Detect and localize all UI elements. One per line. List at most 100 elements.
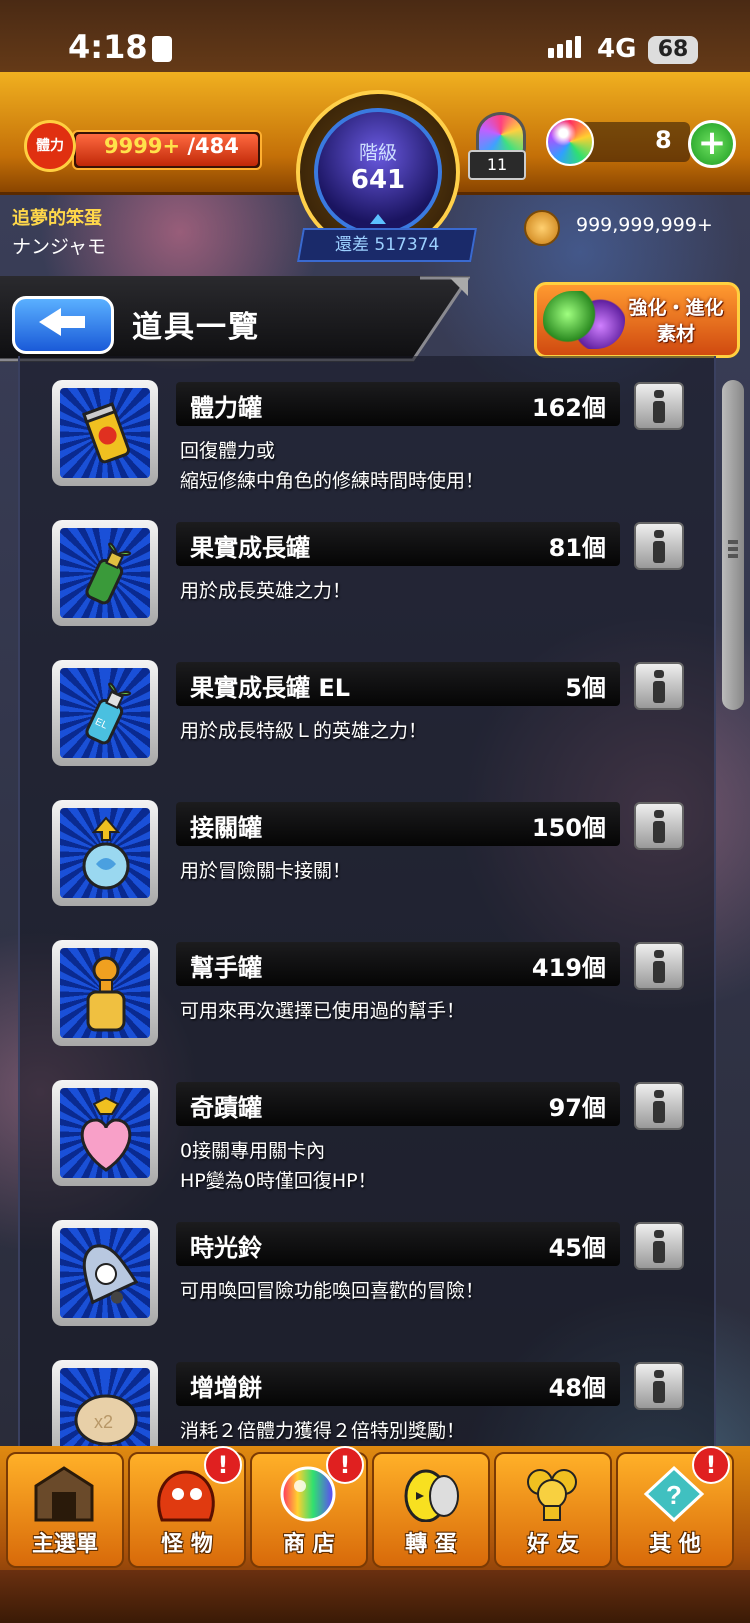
item-description: 用於成長特級Ｌ的英雄之力！ (180, 720, 428, 742)
page-title: 道具一覽 (132, 310, 260, 345)
item-name: 時光鈴 (190, 1234, 262, 1262)
list-item[interactable]: 時光鈴 45個 可用喚回冒險功能喚回喜歡的冒險！ (20, 1210, 714, 1346)
info-icon (654, 1090, 664, 1098)
svg-text:x2: x2 (94, 1412, 113, 1432)
orb-icon (546, 118, 594, 166)
item-quantity: 162個 (531, 394, 606, 422)
list-item[interactable]: 接關罐 150個用於冒險關卡接關！ (20, 790, 714, 926)
evolution-material-button[interactable]: 強化・進化 素材 (534, 282, 740, 358)
info-icon (654, 530, 664, 538)
info-icon-bar (653, 401, 665, 423)
rank-diff: 還差 517374 (297, 228, 477, 262)
helper-can-icon (60, 948, 150, 1038)
info-icon-bar (653, 1101, 665, 1123)
person-badge-icon (152, 36, 172, 62)
info-icon-bar (653, 961, 665, 983)
item-icon-frame[interactable] (52, 1080, 158, 1186)
nav-item[interactable]: 好 友 (494, 1452, 612, 1568)
info-icon-bar (653, 1381, 665, 1403)
item-list[interactable]: 體力罐 162個 回復體力或 縮短修練中角色的修練時間時使用！ 果實成長罐 81個 用於成… (18, 356, 716, 1446)
miracle-can-icon (60, 1088, 150, 1178)
info-button[interactable] (634, 662, 684, 710)
player-title: 追夢的笨蛋 (12, 208, 102, 229)
back-arrow-tail (59, 316, 85, 328)
item-description: 可用喚回冒險功能喚回喜歡的冒險！ (180, 1280, 485, 1302)
bottom-nav-base (0, 1570, 750, 1623)
item-icon-frame[interactable] (52, 520, 158, 626)
item-quantity: 48個 (548, 1374, 606, 1402)
list-item[interactable]: EL 果實成長罐 EL 5個用於成長特級Ｌ的英雄之力！ (20, 650, 714, 786)
info-icon (654, 810, 664, 818)
item-icon-frame[interactable]: x2 (52, 1360, 158, 1446)
evolution-material-label: 強化・進化 素材 (628, 297, 724, 345)
item-icon-frame[interactable] (52, 380, 158, 486)
nav-label: 轉 蛋 (405, 1532, 457, 1557)
info-icon (654, 950, 664, 958)
alert-badge-icon: ! (204, 1446, 242, 1484)
item-name: 果實成長罐 (190, 534, 310, 562)
nav-label: 主選單 (31, 1532, 98, 1557)
item-quantity: 5個 (565, 674, 606, 702)
item-description: 用於成長英雄之力！ (180, 580, 352, 602)
alert-badge-icon: ! (692, 1446, 730, 1484)
list-item[interactable]: 奇蹟罐 97個 0接關專用關卡內 HP變為0時僅回復HP！ (20, 1070, 714, 1206)
add-orbs-button[interactable]: + (688, 120, 736, 168)
item-icon-frame[interactable] (52, 940, 158, 1046)
rank-label: 階級 (358, 142, 397, 164)
nav-item[interactable]: 轉 蛋 (372, 1452, 490, 1568)
nav-label: 其 他 (649, 1532, 701, 1557)
item-name: 幫手罐 (190, 954, 262, 982)
item-name: 體力罐 (190, 394, 262, 422)
info-button[interactable] (634, 942, 684, 990)
scrollbar-grip-icon (728, 540, 738, 544)
item-name: 接關罐 (190, 814, 262, 842)
info-button[interactable] (634, 1082, 684, 1130)
nav-item[interactable]: 主選單 (6, 1452, 124, 1568)
nav-label: 好 友 (527, 1532, 579, 1557)
item-name: 果實成長罐 EL (190, 674, 351, 702)
info-icon (654, 1370, 664, 1378)
orb-machine-count: 11 (468, 150, 526, 180)
stamina-can-icon (60, 388, 150, 478)
list-item[interactable]: x2 增增餅 48個 消耗２倍體力獲得２倍特別獎勵！ (20, 1350, 714, 1446)
double-cookie-icon: x2 (60, 1368, 150, 1446)
continue-can-icon (60, 808, 150, 898)
rank-diff-text: 還差 517374 (334, 235, 440, 255)
scrollbar-thumb[interactable] (722, 380, 744, 710)
back-button[interactable] (12, 296, 114, 354)
list-item[interactable]: 幫手罐 419個 可用來再次選擇已使用過的幫手！ (20, 930, 714, 1066)
info-button[interactable] (634, 522, 684, 570)
item-icon-frame[interactable] (52, 800, 158, 906)
stamina-icon: 體力 (24, 120, 76, 172)
fruit-growth-can-icon (60, 528, 150, 618)
alert-badge-icon: ! (326, 1446, 364, 1484)
info-button[interactable] (634, 1362, 684, 1410)
time-bell-icon (60, 1228, 150, 1318)
item-icon-frame[interactable] (52, 1220, 158, 1326)
info-icon-bar (653, 1241, 665, 1263)
battery-icon: 68 (648, 36, 698, 64)
item-description: 用於冒險關卡接關！ (180, 860, 352, 882)
orb-machine-icon[interactable]: 11 (468, 112, 528, 180)
info-icon (654, 390, 664, 398)
orb-count: 8 (655, 126, 672, 154)
rank-value: 641 (350, 165, 406, 195)
info-icon (654, 1230, 664, 1238)
info-icon-bar (653, 821, 665, 843)
item-icon-frame[interactable]: EL (52, 660, 158, 766)
coin-amount: 999,999,999+ (576, 214, 713, 236)
info-icon-bar (653, 541, 665, 563)
stamina-current: 9999+ (104, 134, 181, 158)
info-icon-bar (653, 681, 665, 703)
list-item[interactable]: 體力罐 162個 回復體力或 縮短修練中角色的修練時間時使用！ (20, 370, 714, 506)
back-arrow-icon (39, 308, 61, 336)
info-button[interactable] (634, 1222, 684, 1270)
list-item[interactable]: 果實成長罐 81個 用於成長英雄之力！ (20, 510, 714, 646)
nav-label: 怪 物 (161, 1532, 213, 1557)
info-button[interactable] (634, 382, 684, 430)
item-quantity: 150個 (531, 814, 606, 842)
rank-arrow-icon (370, 214, 386, 224)
info-button[interactable] (634, 802, 684, 850)
item-name: 奇蹟罐 (190, 1094, 262, 1122)
item-description: 消耗２倍體力獲得２倍特別獎勵！ (180, 1420, 466, 1442)
